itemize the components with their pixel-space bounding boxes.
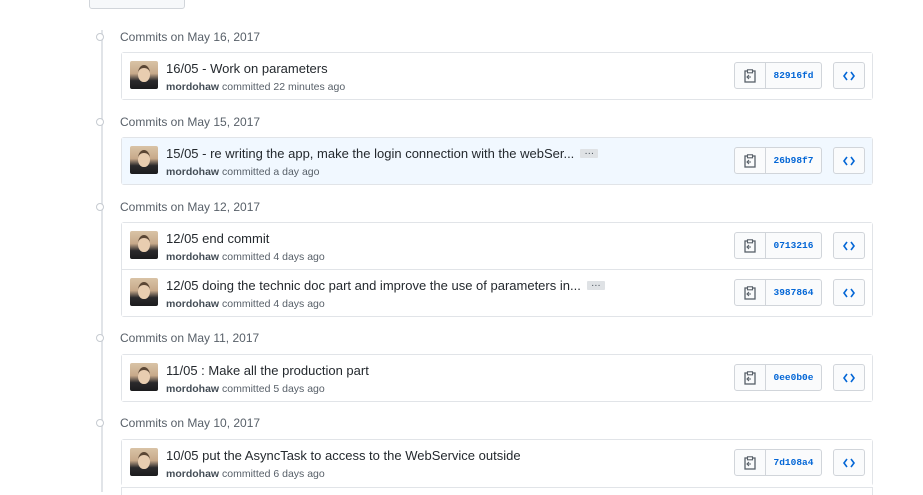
sha-button-group: 0713216 [734,232,822,259]
commit-message[interactable]: 15/05 - re writing the app, make the log… [166,146,574,161]
commit-list: 12/05 end commit mordohaw committed 4 da… [121,222,873,317]
commit-list: 10/05 put the AsyncTask to access to the… [121,439,873,486]
commit-time: committed 6 days ago [222,468,325,480]
avatar[interactable] [130,448,158,476]
group-title: Commits on May 16, 2017 [120,30,261,44]
commit-author[interactable]: mordohaw [166,298,219,310]
code-icon [843,458,855,467]
timeline-dot-icon [96,419,104,427]
sha-button-group: 3987864 [734,279,822,306]
commit-row: 12/05 end commit mordohaw committed 4 da… [122,223,872,269]
avatar[interactable] [130,231,158,259]
commit-sha-link[interactable]: 0713216 [766,233,821,258]
commit-group-header: Commits on May 15, 2017 [96,114,260,130]
sha-button-group: 82916fd [734,62,822,89]
commit-group-header: Commits on May 11, 2017 [96,330,259,346]
avatar[interactable] [130,61,158,89]
commit-row-partial [121,487,873,495]
commit-sha-link[interactable]: 7d108a4 [766,450,821,475]
commit-row: 10/05 put the AsyncTask to access to the… [122,440,872,486]
code-icon [843,373,855,382]
group-title: Commits on May 10, 2017 [120,416,261,430]
copy-sha-button[interactable] [735,148,766,173]
commit-message[interactable]: 16/05 - Work on parameters [166,61,328,76]
avatar[interactable] [130,278,158,306]
code-icon [843,156,855,165]
commit-sha-link[interactable]: 3987864 [766,280,821,305]
commit-time: committed 4 days ago [222,251,325,263]
code-icon [843,288,855,297]
browse-files-button[interactable] [833,449,865,476]
clipboard-icon [744,285,756,300]
commit-group-header: Commits on May 12, 2017 [96,199,260,215]
commit-message[interactable]: 12/05 end commit [166,231,269,246]
commit-group-header: Commits on May 16, 2017 [96,29,260,45]
code-icon [843,71,855,80]
browse-files-button[interactable] [833,232,865,259]
group-title: Commits on May 12, 2017 [120,200,261,214]
commit-time: committed 22 minutes ago [222,81,346,93]
commit-row: 11/05 : Make all the production part mor… [122,355,872,401]
browse-files-button[interactable] [833,62,865,89]
sha-button-group: 7d108a4 [734,449,822,476]
clipboard-icon [744,68,756,83]
commit-message[interactable]: 12/05 doing the technic doc part and imp… [166,278,581,293]
timeline-dot-icon [96,203,104,211]
copy-sha-button[interactable] [735,450,766,475]
commit-author[interactable]: mordohaw [166,251,219,263]
commit-sha-link[interactable]: 0ee0b0e [766,365,821,390]
group-title: Commits on May 11, 2017 [120,331,260,345]
clipboard-icon [744,153,756,168]
commit-time: committed 5 days ago [222,383,325,395]
group-title: Commits on May 15, 2017 [120,115,261,129]
commit-time: committed 4 days ago [222,298,325,310]
avatar[interactable] [130,146,158,174]
code-icon [843,241,855,250]
commit-row: 12/05 doing the technic doc part and imp… [122,269,872,316]
commit-list: 11/05 : Make all the production part mor… [121,354,873,402]
sha-button-group: 26b98f7 [734,147,822,174]
copy-sha-button[interactable] [735,233,766,258]
commit-author[interactable]: mordohaw [166,81,219,93]
clipboard-icon [744,238,756,253]
copy-sha-button[interactable] [735,280,766,305]
commit-list: 16/05 - Work on parameters mordohaw comm… [121,52,873,100]
expand-message-button[interactable]: … [586,279,605,290]
sha-button-group: 0ee0b0e [734,364,822,391]
commit-row: 16/05 - Work on parameters mordohaw comm… [122,53,872,99]
commit-sha-link[interactable]: 26b98f7 [766,148,821,173]
browse-files-button[interactable] [833,147,865,174]
commit-list: 15/05 - re writing the app, make the log… [121,137,873,185]
commit-group-header: Commits on May 10, 2017 [96,415,260,431]
commit-message[interactable]: 11/05 : Make all the production part [166,363,369,378]
commit-sha-link[interactable]: 82916fd [766,63,821,88]
clipboard-icon [744,370,756,385]
timeline-dot-icon [96,33,104,41]
timeline-dot-icon [96,118,104,126]
timeline-dot-icon [96,334,104,342]
copy-sha-button[interactable] [735,365,766,390]
commit-author[interactable]: mordohaw [166,383,219,395]
commit-author[interactable]: mordohaw [166,468,219,480]
browse-files-button[interactable] [833,364,865,391]
commit-time: committed a day ago [222,166,320,178]
commit-row: 15/05 - re writing the app, make the log… [122,138,872,184]
commit-message[interactable]: 10/05 put the AsyncTask to access to the… [166,448,521,463]
commit-author[interactable]: mordohaw [166,166,219,178]
expand-message-button[interactable]: … [580,147,599,158]
clipboard-icon [744,455,756,470]
browse-files-button[interactable] [833,279,865,306]
avatar[interactable] [130,363,158,391]
top-button[interactable] [89,0,185,9]
copy-sha-button[interactable] [735,63,766,88]
